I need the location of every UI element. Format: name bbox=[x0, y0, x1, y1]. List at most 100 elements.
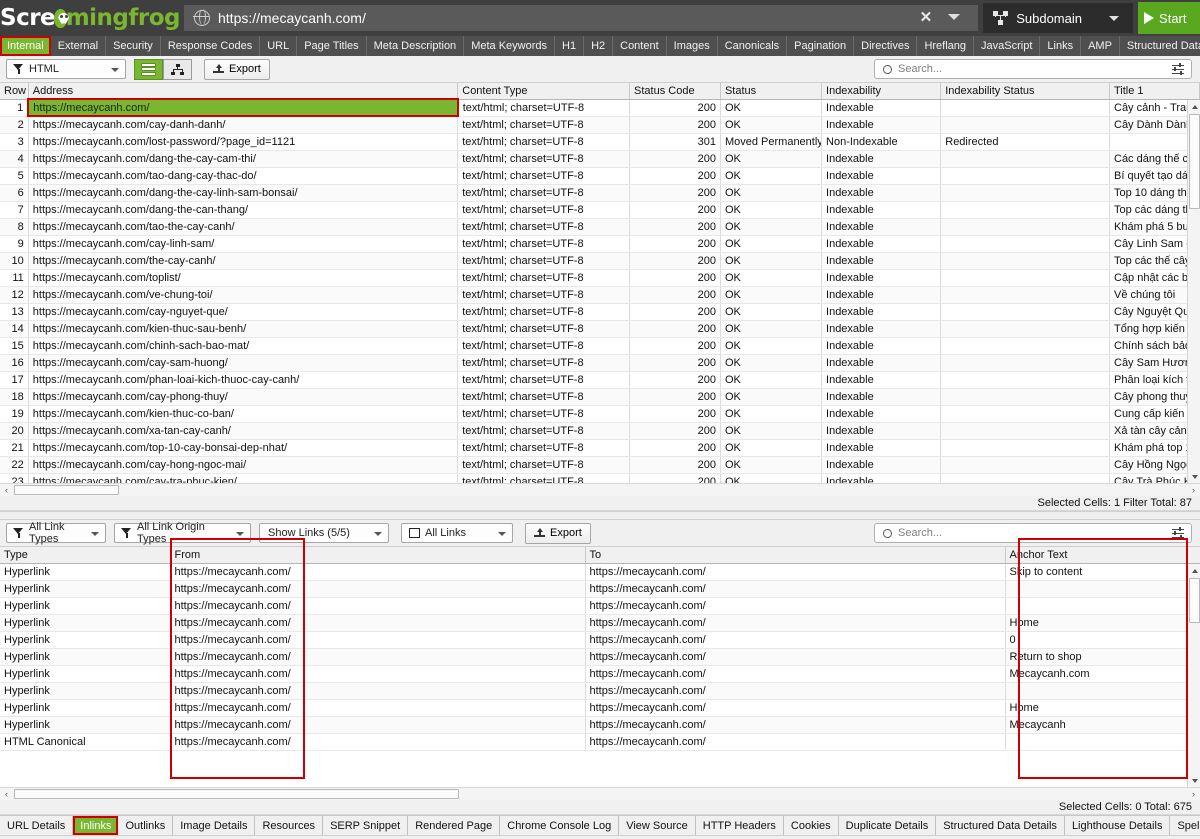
table-row[interactable]: 18https://mecaycanh.com/cay-phong-thuy/t… bbox=[0, 388, 1200, 405]
cell-anchor[interactable] bbox=[1005, 682, 1200, 699]
cell-indexability-status[interactable] bbox=[941, 269, 1110, 286]
tab-response-codes[interactable]: Response Codes bbox=[161, 36, 260, 56]
table-row[interactable]: 7https://mecaycanh.com/dang-the-can-than… bbox=[0, 201, 1200, 218]
cell-anchor[interactable] bbox=[1005, 580, 1200, 597]
cell-title[interactable]: Cây Linh Sam - V bbox=[1110, 235, 1200, 252]
export-button-bottom[interactable]: Export bbox=[525, 523, 591, 544]
bottom-tab-outlinks[interactable]: Outlinks bbox=[118, 816, 173, 835]
cell-status[interactable]: OK bbox=[720, 337, 821, 354]
horizontal-scrollbar-top[interactable]: ‹ › bbox=[0, 483, 1200, 496]
table-row[interactable]: 16https://mecaycanh.com/cay-sam-huong/te… bbox=[0, 354, 1200, 371]
column-header-to[interactable]: To bbox=[585, 547, 1005, 563]
cell-content-type[interactable]: text/html; charset=UTF-8 bbox=[458, 473, 630, 483]
cell-status[interactable]: OK bbox=[720, 286, 821, 303]
tab-hreflang[interactable]: Hreflang bbox=[917, 36, 974, 56]
cell-status[interactable]: OK bbox=[720, 235, 821, 252]
cell-content-type[interactable]: text/html; charset=UTF-8 bbox=[458, 184, 630, 201]
cell-type[interactable]: Hyperlink bbox=[0, 563, 170, 580]
cell-row[interactable]: 8 bbox=[0, 218, 28, 235]
html-filter-dropdown[interactable]: HTML bbox=[6, 59, 126, 79]
cell-address[interactable]: https://mecaycanh.com/tao-the-cay-canh/ bbox=[28, 218, 457, 235]
bottom-tab-cookies[interactable]: Cookies bbox=[784, 816, 839, 835]
cell-title[interactable] bbox=[1110, 133, 1200, 150]
cell-content-type[interactable]: text/html; charset=UTF-8 bbox=[458, 286, 630, 303]
cell-from[interactable]: https://mecaycanh.com/ bbox=[170, 580, 585, 597]
cell-content-type[interactable]: text/html; charset=UTF-8 bbox=[458, 269, 630, 286]
cell-status[interactable]: OK bbox=[720, 184, 821, 201]
cell-row[interactable]: 18 bbox=[0, 388, 28, 405]
scroll-up-icon[interactable] bbox=[1188, 564, 1200, 577]
cell-status[interactable]: OK bbox=[720, 371, 821, 388]
scrollbar-thumb[interactable] bbox=[14, 789, 459, 799]
cell-indexability-status[interactable] bbox=[941, 371, 1110, 388]
tab-canonicals[interactable]: Canonicals bbox=[718, 36, 787, 56]
cell-status-code[interactable]: 200 bbox=[630, 269, 721, 286]
column-header-address[interactable]: Address bbox=[28, 83, 457, 99]
tab-links[interactable]: Links bbox=[1040, 36, 1081, 56]
bottom-tab-serp-snippet[interactable]: SERP Snippet bbox=[323, 816, 408, 835]
cell-title[interactable]: Khám phá 5 bước bbox=[1110, 218, 1200, 235]
cell-to[interactable]: https://mecaycanh.com/ bbox=[585, 665, 1005, 682]
cell-title[interactable]: Cây Nguyệt Quế - bbox=[1110, 303, 1200, 320]
table-row[interactable]: 6https://mecaycanh.com/dang-the-cay-linh… bbox=[0, 184, 1200, 201]
cell-to[interactable]: https://mecaycanh.com/ bbox=[585, 631, 1005, 648]
cell-indexability-status[interactable] bbox=[941, 286, 1110, 303]
cell-anchor[interactable]: Home bbox=[1005, 699, 1200, 716]
cell-to[interactable]: https://mecaycanh.com/ bbox=[585, 733, 1005, 750]
search-input-bottom[interactable]: Search... bbox=[874, 523, 1192, 543]
cell-from[interactable]: https://mecaycanh.com/ bbox=[170, 631, 585, 648]
cell-status-code[interactable]: 200 bbox=[630, 218, 721, 235]
cell-anchor[interactable] bbox=[1005, 733, 1200, 750]
tab-internal[interactable]: Internal bbox=[0, 36, 51, 56]
column-header-status-code[interactable]: Status Code bbox=[630, 83, 721, 99]
cell-type[interactable]: Hyperlink bbox=[0, 716, 170, 733]
cell-status-code[interactable]: 200 bbox=[630, 405, 721, 422]
bottom-tab-lighthouse-details[interactable]: Lighthouse Details bbox=[1065, 816, 1171, 835]
cell-to[interactable]: https://mecaycanh.com/ bbox=[585, 614, 1005, 631]
cell-anchor[interactable]: Mecaycanh.com bbox=[1005, 665, 1200, 682]
bottom-tab-chrome-console-log[interactable]: Chrome Console Log bbox=[500, 816, 619, 835]
cell-status-code[interactable]: 200 bbox=[630, 235, 721, 252]
cell-indexability[interactable]: Indexable bbox=[822, 184, 941, 201]
cell-indexability[interactable]: Indexable bbox=[822, 167, 941, 184]
column-header-type[interactable]: Type bbox=[0, 547, 170, 563]
cell-row[interactable]: 5 bbox=[0, 167, 28, 184]
tab-meta-keywords[interactable]: Meta Keywords bbox=[464, 36, 555, 56]
panel-splitter[interactable] bbox=[0, 511, 1200, 520]
cell-row[interactable]: 13 bbox=[0, 303, 28, 320]
table-row[interactable]: Hyperlinkhttps://mecaycanh.com/https://m… bbox=[0, 580, 1200, 597]
bottom-tab-url-details[interactable]: URL Details bbox=[0, 816, 73, 835]
cell-title[interactable]: Chính sách bảo n bbox=[1110, 337, 1200, 354]
cell-address[interactable]: https://mecaycanh.com/the-cay-canh/ bbox=[28, 252, 457, 269]
cell-status[interactable]: OK bbox=[720, 320, 821, 337]
cell-status-code[interactable]: 200 bbox=[630, 116, 721, 133]
cell-indexability-status[interactable] bbox=[941, 235, 1110, 252]
scrollbar-thumb[interactable] bbox=[1189, 578, 1200, 623]
cell-title[interactable]: Cây Dành Dành - bbox=[1110, 116, 1200, 133]
cell-status[interactable]: OK bbox=[720, 201, 821, 218]
cell-from[interactable]: https://mecaycanh.com/ bbox=[170, 699, 585, 716]
cell-indexability[interactable]: Indexable bbox=[822, 218, 941, 235]
bottom-tab-image-details[interactable]: Image Details bbox=[173, 816, 255, 835]
tab-javascript[interactable]: JavaScript bbox=[974, 36, 1040, 56]
cell-row[interactable]: 4 bbox=[0, 150, 28, 167]
cell-row[interactable]: 11 bbox=[0, 269, 28, 286]
scroll-left-icon[interactable]: ‹ bbox=[0, 788, 13, 800]
cell-indexability-status[interactable] bbox=[941, 99, 1110, 116]
cell-address[interactable]: https://mecaycanh.com/cay-sam-huong/ bbox=[28, 354, 457, 371]
cell-status-code[interactable]: 200 bbox=[630, 371, 721, 388]
tab-page-titles[interactable]: Page Titles bbox=[297, 36, 366, 56]
cell-row[interactable]: 6 bbox=[0, 184, 28, 201]
column-header-title-1[interactable]: Title 1 bbox=[1110, 83, 1200, 99]
tab-directives[interactable]: Directives bbox=[854, 36, 917, 56]
cell-indexability[interactable]: Indexable bbox=[822, 99, 941, 116]
scroll-down-icon[interactable] bbox=[1188, 470, 1200, 483]
cell-indexability-status[interactable] bbox=[941, 167, 1110, 184]
cell-from[interactable]: https://mecaycanh.com/ bbox=[170, 648, 585, 665]
cell-anchor[interactable]: 0 bbox=[1005, 631, 1200, 648]
tab-amp[interactable]: AMP bbox=[1081, 36, 1120, 56]
column-header-from[interactable]: From bbox=[170, 547, 585, 563]
cell-status[interactable]: OK bbox=[720, 354, 821, 371]
cell-indexability-status[interactable]: Redirected bbox=[941, 133, 1110, 150]
cell-address[interactable]: https://mecaycanh.com/dang-the-cay-linh-… bbox=[28, 184, 457, 201]
